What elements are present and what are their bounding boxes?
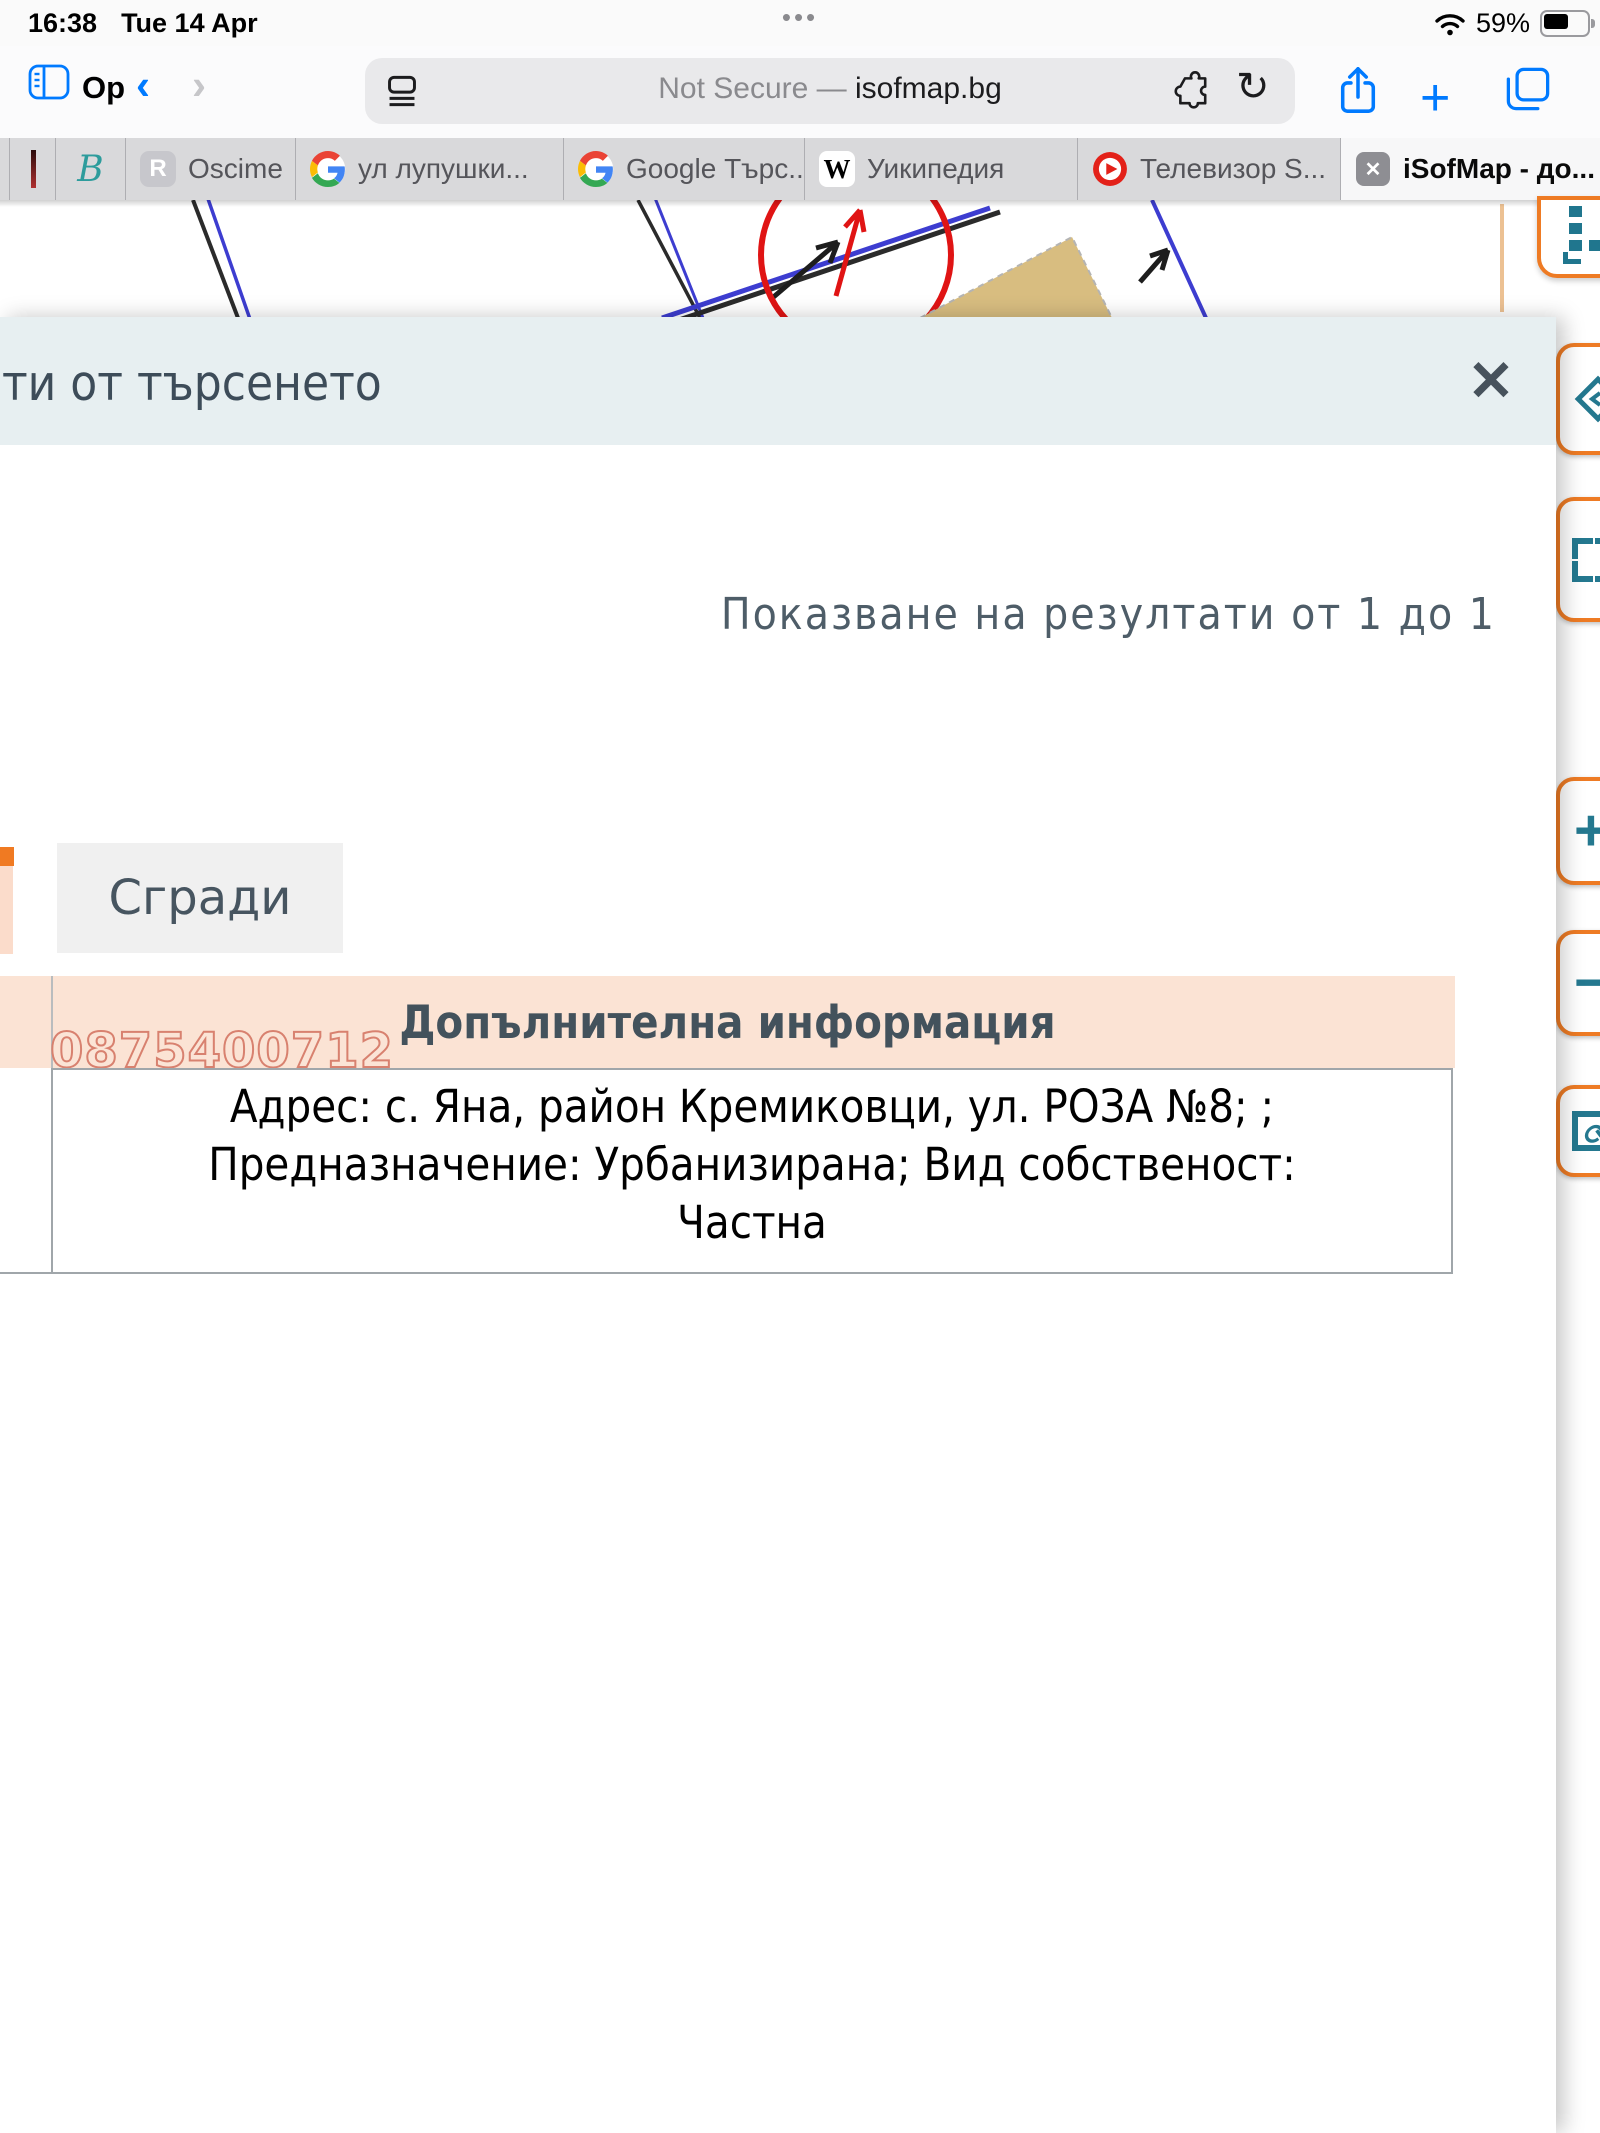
zoom-out-button[interactable]: − — [1556, 930, 1600, 1036]
share-icon — [1338, 64, 1378, 116]
info-table-cell[interactable]: Адрес: с. Яна, район Кремиковци, ул. РОЗ… — [51, 1068, 1453, 1274]
plus-icon: + — [1574, 802, 1600, 860]
script-b-favicon: B — [73, 151, 109, 187]
tab-lupushki[interactable]: ул лупушки... — [296, 138, 564, 200]
battery-percent: 59% — [1476, 8, 1530, 39]
share-button[interactable] — [1338, 64, 1378, 116]
tab-label: Oscime — [188, 153, 283, 185]
google-favicon — [578, 151, 614, 187]
extent-brackets-icon — [1572, 538, 1600, 582]
status-time-date: 16:38 Tue 14 Apr — [28, 8, 258, 39]
tab-unknown-1[interactable] — [10, 138, 56, 200]
select-extent-button[interactable] — [1556, 497, 1600, 622]
cell-line-address: Адрес: с. Яна, район Кремиковци, ул. РОЗ… — [230, 1078, 1274, 1136]
back-button[interactable]: ‹ — [136, 64, 150, 106]
tab-bar-shadow — [0, 200, 1600, 207]
maroon-bar-favicon — [15, 151, 51, 187]
window-label[interactable]: Op — [82, 70, 125, 106]
security-label: Not Secure — — [658, 72, 855, 105]
tab-oscime[interactable]: R Oscime — [126, 138, 296, 200]
layers-panel-button[interactable] — [1537, 196, 1600, 278]
tabs-icon — [1504, 66, 1552, 112]
tab-label: Google Търс... — [626, 153, 805, 185]
puzzle-icon — [1172, 70, 1212, 110]
results-panel-title: ти от търсенето — [2, 355, 382, 412]
sidebar-toggle-button[interactable] — [28, 64, 70, 100]
letter-r-favicon: R — [140, 151, 176, 187]
tab-unknown-2[interactable]: B — [56, 138, 126, 200]
close-square-favicon: ✕ — [1355, 151, 1391, 187]
tab-label: ул лупушки... — [358, 153, 529, 185]
cutoff-tab-fragment — [0, 866, 13, 954]
status-bar: 16:38 Tue 14 Apr ••• 59% — [0, 0, 1600, 46]
results-summary: Показване на резултати от 1 до 1 — [721, 589, 1496, 640]
status-time: 16:38 — [28, 8, 97, 38]
layers-legend-icon — [1563, 206, 1600, 264]
wifi-icon — [1434, 12, 1466, 36]
zoom-in-button[interactable]: + — [1556, 777, 1600, 885]
reload-button[interactable]: ↻ — [1236, 64, 1270, 110]
cell-line-ownership: Частна — [677, 1194, 827, 1252]
close-panel-button[interactable]: ✕ — [1455, 335, 1527, 427]
tab-label: Телевизор S... — [1140, 153, 1326, 185]
info-table-header-text: Допълнителна информация — [399, 996, 1055, 1049]
table-row-border — [0, 1272, 51, 1274]
measure-diamond-icon — [1570, 371, 1600, 427]
map-canvas[interactable] — [0, 200, 1600, 318]
tab-sgradi-button[interactable]: Сгради — [57, 843, 343, 953]
address-bar-text: Not Secure — isofmap.bg — [365, 72, 1295, 106]
status-right-cluster: 59% — [1434, 8, 1590, 39]
tab-label: Уикипедия — [867, 153, 1004, 185]
google-favicon — [310, 151, 346, 187]
new-tab-button[interactable]: + — [1420, 68, 1450, 128]
cell-line-purpose: Предназначение: Урбанизирана; Вид собств… — [208, 1136, 1296, 1194]
play-button-favicon — [1092, 151, 1128, 187]
ipad-safari-screen: 16:38 Tue 14 Apr ••• 59% Op — [0, 0, 1600, 2133]
minus-icon: − — [1574, 954, 1600, 1012]
battery-icon — [1540, 10, 1590, 37]
zoom-reset-button[interactable]: ⟳ — [1556, 1085, 1600, 1177]
forward-button[interactable]: › — [192, 64, 206, 106]
tab-isofmap-active[interactable]: ✕ iSofMap - до... — [1341, 138, 1600, 200]
sidebar-icon — [28, 64, 70, 100]
multitasking-dots-icon[interactable]: ••• — [760, 2, 840, 33]
measure-tool-button[interactable] — [1556, 343, 1600, 455]
tab-sliver[interactable] — [0, 138, 10, 200]
map-graphics — [0, 200, 1600, 318]
tab-google-search[interactable]: Google Търс... — [564, 138, 805, 200]
safari-toolbar: Op ‹ › Not Secure — isofmap.bg ↻ — [0, 46, 1600, 138]
tab-bar: B R Oscime ул лупушки... — [0, 138, 1600, 200]
extensions-button[interactable] — [1172, 70, 1212, 110]
tab-overview-button[interactable] — [1504, 66, 1552, 112]
search-results-panel: ти от търсенето ✕ Показване на резултати… — [0, 317, 1556, 2133]
cutoff-tab-indicator — [0, 847, 14, 866]
wikipedia-favicon: W — [819, 151, 855, 187]
tab-wikipedia[interactable]: W Уикипедия — [805, 138, 1078, 200]
tab-televizor[interactable]: Телевизор S... — [1078, 138, 1341, 200]
zoom-reset-icon: ⟳ — [1572, 1111, 1600, 1151]
status-date: Tue 14 Apr — [121, 8, 258, 38]
url-domain: isofmap.bg — [855, 72, 1002, 105]
tab-label: iSofMap - до... — [1403, 153, 1595, 185]
